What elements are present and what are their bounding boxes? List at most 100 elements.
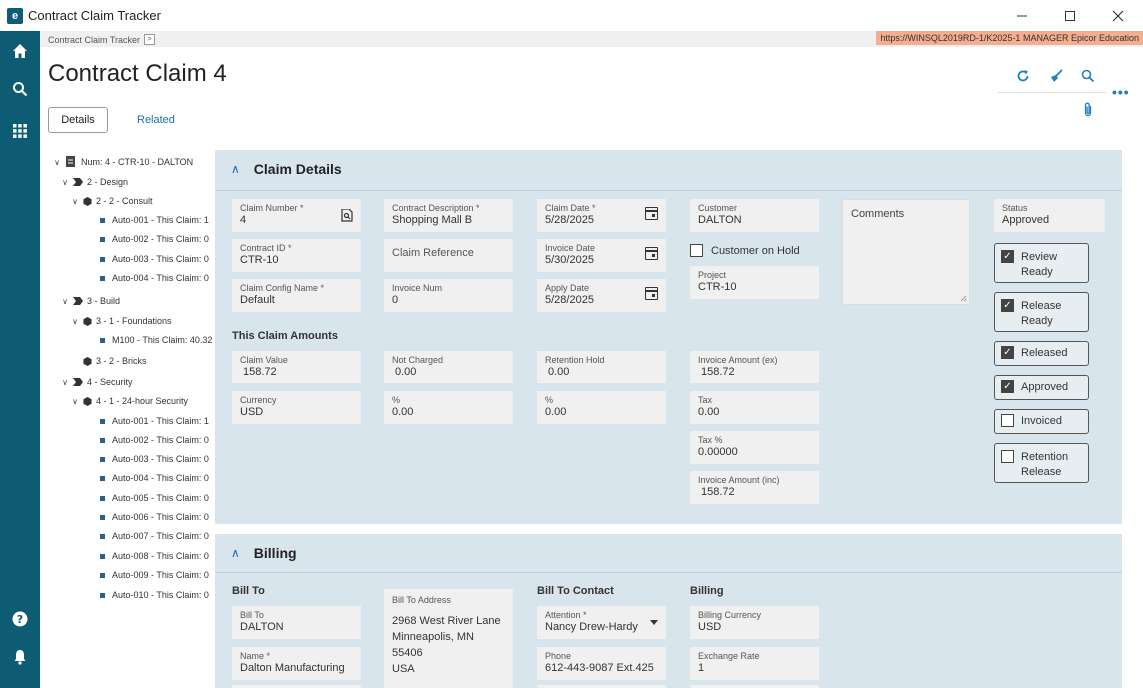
chevron-down-icon[interactable]: ∨ — [60, 178, 70, 187]
item-bullet-icon — [100, 437, 105, 443]
claim-number-field[interactable]: Claim Number * 4 — [232, 199, 361, 232]
project-field[interactable]: Project CTR-10 — [690, 266, 819, 299]
invoice-date-field[interactable]: Invoice Date 5/30/2025 — [537, 239, 666, 272]
bell-icon[interactable] — [8, 645, 32, 669]
tree-node[interactable]: Auto-003 - This Claim: 0 — [96, 451, 209, 467]
field-value: 0.00 — [545, 406, 567, 418]
tab-details[interactable]: Details — [48, 107, 108, 133]
tree-node[interactable]: Auto-008 - This Claim: 0 — [96, 548, 209, 564]
tree-node[interactable]: Auto-004 - This Claim: 0 — [96, 270, 209, 286]
tax-field[interactable]: Tax 0.00 — [690, 391, 819, 424]
tree-node[interactable]: Auto-005 - This Claim: 0 — [96, 490, 209, 506]
claim-value-field[interactable]: Claim Value 158.72 — [232, 351, 361, 383]
resize-handle-icon[interactable] — [960, 295, 967, 302]
claim-details-header[interactable]: ∧ Claim Details — [231, 161, 342, 177]
chevron-up-icon[interactable]: ∧ — [231, 546, 240, 560]
currency-field[interactable]: Currency USD — [232, 391, 361, 424]
tree-node[interactable]: Auto-009 - This Claim: 0 — [96, 567, 209, 583]
bill-to-address-field[interactable]: Bill To Address 2968 West River Lane Min… — [384, 589, 513, 688]
invoice-num-field[interactable]: Invoice Num 0 — [384, 279, 513, 312]
chevron-down-icon[interactable]: ∨ — [70, 397, 80, 406]
calendar-icon[interactable] — [645, 287, 658, 300]
exchange-rate-field[interactable]: Exchange Rate 1 — [690, 647, 819, 680]
tree-node[interactable]: ∨ 4 - 1 - 24-hour Security — [70, 393, 188, 409]
phase-icon — [73, 178, 83, 186]
approved-checkbox[interactable]: ✓ Approved — [994, 375, 1089, 400]
chevron-down-icon[interactable]: ∨ — [60, 297, 70, 306]
billing-header[interactable]: ∧ Billing — [231, 545, 297, 561]
chevron-down-icon[interactable]: ∨ — [70, 197, 80, 206]
claim-date-field[interactable]: Claim Date * 5/28/2025 — [537, 199, 666, 232]
name-field[interactable]: Name * Dalton Manufacturing — [232, 647, 361, 680]
more-icon[interactable]: ••• — [1112, 84, 1130, 100]
checkbox-icon[interactable] — [690, 244, 703, 257]
customer-on-hold-checkbox[interactable]: Customer on Hold — [690, 244, 800, 257]
apply-date-field[interactable]: Apply Date 5/28/2025 — [537, 279, 666, 312]
calendar-icon[interactable] — [645, 207, 658, 220]
refresh-icon[interactable] — [1013, 66, 1033, 86]
tree-node[interactable]: Auto-003 - This Claim: 0 — [96, 251, 209, 267]
tree-node[interactable]: ∨ 3 - 1 - Foundations — [70, 313, 171, 329]
contract-description-field[interactable]: Contract Description * Shopping Mall B — [384, 199, 513, 232]
tree-node[interactable]: Auto-004 - This Claim: 0 — [96, 470, 209, 486]
tree-node-root[interactable]: ∨ Num: 4 - CTR-10 - DALTON — [52, 154, 193, 170]
invoiced-checkbox[interactable]: Invoiced — [994, 409, 1089, 434]
field-value: 0.00 — [395, 366, 417, 378]
home-icon[interactable] — [8, 39, 32, 63]
retention-percent-field[interactable]: % 0.00 — [537, 391, 666, 424]
claim-config-field[interactable]: Claim Config Name * Default — [232, 279, 361, 312]
tree-node[interactable]: Auto-007 - This Claim: 0 — [96, 528, 209, 544]
contract-id-field[interactable]: Contract ID * CTR-10 — [232, 239, 361, 272]
tree-node[interactable]: ∨ 2 - Design — [60, 174, 128, 190]
attention-dropdown[interactable]: Attention * Nancy Drew-Hardy — [537, 606, 666, 639]
calendar-icon[interactable] — [645, 247, 658, 260]
phone-field[interactable]: Phone 612-443-9087 Ext.425 — [537, 647, 666, 680]
release-ready-checkbox[interactable]: ✓ Release Ready — [994, 292, 1089, 332]
billing-currency-field[interactable]: Billing Currency USD — [690, 606, 819, 639]
attachment-icon[interactable] — [1078, 100, 1098, 120]
search-icon[interactable] — [8, 77, 32, 101]
field-label: Contract ID * — [240, 243, 292, 253]
retention-release-checkbox[interactable]: Retention Release — [994, 443, 1089, 483]
tree-node[interactable]: Auto-001 - This Claim: 1 — [96, 212, 209, 228]
invoice-amount-inc-field[interactable]: Invoice Amount (inc) 158.72 — [690, 471, 819, 504]
document-search-icon[interactable] — [341, 209, 353, 222]
tree-node[interactable]: M100 - This Claim: 40.32 — [96, 332, 212, 348]
tree-node[interactable]: ∨ 4 - Security — [60, 374, 132, 390]
apps-grid-icon[interactable] — [8, 119, 32, 143]
tree-node[interactable]: ∨ 3 - Build — [60, 293, 120, 309]
tree-node[interactable]: Auto-002 - This Claim: 0 — [96, 231, 209, 247]
review-ready-checkbox[interactable]: ✓ Review Ready — [994, 243, 1089, 283]
help-icon[interactable]: ? — [8, 607, 32, 631]
claim-reference-field[interactable]: Claim Reference — [384, 239, 513, 272]
customer-field[interactable]: Customer DALTON — [690, 199, 819, 232]
breadcrumb-label[interactable]: Contract Claim Tracker — [48, 35, 140, 45]
tree-node[interactable]: Auto-001 - This Claim: 1 — [96, 413, 209, 429]
chevron-up-icon[interactable]: ∧ — [231, 162, 240, 176]
tree-node[interactable]: 3 - 2 - Bricks — [80, 353, 147, 369]
not-charged-percent-field[interactable]: % 0.00 — [384, 391, 513, 424]
tax-percent-field[interactable]: Tax % 0.00000 — [690, 431, 819, 464]
chevron-down-icon[interactable]: ∨ — [70, 317, 80, 326]
tree-node[interactable]: Auto-006 - This Claim: 0 — [96, 509, 209, 525]
chevron-down-icon[interactable]: ∨ — [60, 378, 70, 387]
broom-clear-icon[interactable] — [1046, 66, 1066, 86]
maximize-button[interactable] — [1047, 4, 1093, 28]
tree-node[interactable]: Auto-010 - This Claim: 0 — [96, 587, 209, 603]
tree-node[interactable]: ∨ 2 - 2 - Consult — [70, 193, 152, 209]
comments-textarea[interactable]: Comments — [842, 199, 970, 305]
close-button[interactable] — [1095, 4, 1141, 28]
released-checkbox[interactable]: ✓ Released — [994, 341, 1089, 366]
invoice-amount-ex-field[interactable]: Invoice Amount (ex) 158.72 — [690, 351, 819, 383]
search-icon[interactable] — [1078, 66, 1098, 86]
breadcrumb-arrow-button[interactable]: > — [144, 34, 156, 45]
minimize-button[interactable] — [999, 4, 1045, 28]
dropdown-arrow-icon[interactable] — [650, 620, 658, 625]
tab-related[interactable]: Related — [137, 114, 175, 126]
retention-hold-field[interactable]: Retention Hold 0.00 — [537, 351, 666, 383]
bill-to-field[interactable]: Bill To DALTON — [232, 606, 361, 639]
chevron-down-icon[interactable]: ∨ — [52, 158, 62, 167]
not-charged-field[interactable]: Not Charged 0.00 — [384, 351, 513, 383]
tree-node[interactable]: Auto-002 - This Claim: 0 — [96, 432, 209, 448]
status-field: Status Approved — [994, 199, 1105, 232]
